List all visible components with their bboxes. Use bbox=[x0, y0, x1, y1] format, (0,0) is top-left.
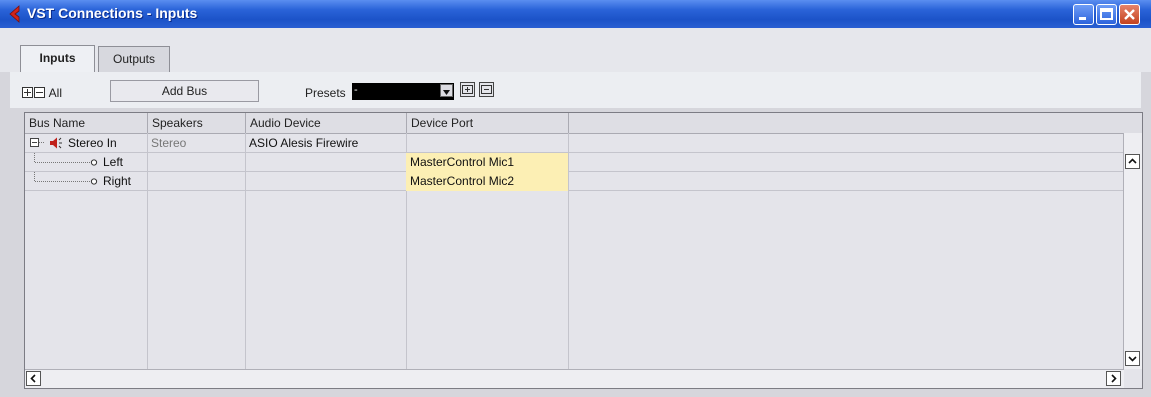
presets-value: - bbox=[354, 84, 358, 96]
tree-branch-icon bbox=[34, 172, 98, 185]
title-bar[interactable]: VST Connections - Inputs bbox=[0, 0, 1151, 28]
column-header-speakers[interactable]: Speakers bbox=[148, 113, 246, 133]
expand-all-label: All bbox=[48, 86, 63, 100]
presets-dropdown[interactable]: - bbox=[352, 83, 454, 100]
close-button[interactable] bbox=[1119, 4, 1140, 25]
maximize-icon bbox=[1100, 8, 1113, 20]
audio-device-cell bbox=[245, 153, 406, 172]
chevron-down-icon bbox=[1128, 356, 1137, 362]
speakers-cell: Stereo bbox=[151, 136, 187, 150]
table-row[interactable]: Left MasterControl Mic1 bbox=[25, 153, 1124, 172]
speaker-icon bbox=[50, 137, 62, 149]
close-icon bbox=[1124, 9, 1135, 20]
cubase-logo-icon bbox=[7, 5, 23, 23]
channel-name-label: Left bbox=[103, 155, 124, 169]
table-header: Bus Name Speakers Audio Device Device Po… bbox=[25, 113, 1142, 134]
store-preset-icon bbox=[462, 85, 473, 94]
remove-preset-button[interactable] bbox=[479, 82, 494, 97]
collapse-all-icon[interactable] bbox=[34, 87, 45, 98]
store-preset-button[interactable] bbox=[460, 82, 475, 97]
table-row[interactable]: Stereo In Stereo ASIO Alesis Firewire bbox=[25, 134, 1124, 153]
minimize-icon bbox=[1079, 17, 1086, 20]
tab-outputs[interactable]: Outputs bbox=[98, 46, 170, 72]
bus-table: Bus Name Speakers Audio Device Device Po… bbox=[24, 112, 1143, 389]
speakers-cell bbox=[147, 153, 245, 172]
column-header-bus-name[interactable]: Bus Name bbox=[25, 113, 148, 133]
tree-branch-icon bbox=[34, 153, 98, 166]
bus-name-cell: Left bbox=[29, 153, 147, 172]
scroll-up-button[interactable] bbox=[1125, 154, 1140, 169]
chevron-right-icon bbox=[1111, 374, 1117, 383]
tab-inputs[interactable]: Inputs bbox=[20, 45, 95, 73]
presets-label: Presets bbox=[305, 86, 346, 100]
add-bus-button[interactable]: Add Bus bbox=[110, 80, 259, 102]
channel-name-label: Right bbox=[103, 174, 132, 188]
expand-collapse-all[interactable]: All bbox=[22, 86, 62, 100]
dropdown-arrow-icon[interactable] bbox=[440, 84, 453, 97]
vertical-scrollbar[interactable] bbox=[1123, 133, 1142, 369]
remove-preset-icon bbox=[481, 85, 492, 94]
horizontal-scrollbar[interactable] bbox=[25, 369, 1124, 388]
chevron-up-icon bbox=[1128, 158, 1137, 164]
vst-connections-window: VST Connections - Inputs Inputs Outputs … bbox=[0, 0, 1151, 397]
column-header-device-port[interactable]: Device Port bbox=[407, 113, 569, 133]
device-port-cell[interactable]: MasterControl Mic1 bbox=[406, 153, 568, 172]
chevron-left-icon bbox=[30, 374, 36, 383]
scroll-down-button[interactable] bbox=[1125, 351, 1140, 366]
scroll-left-button[interactable] bbox=[26, 371, 41, 386]
bus-name-label: Stereo In bbox=[68, 136, 117, 150]
bus-name-cell: Stereo In bbox=[29, 134, 147, 153]
expand-all-icon[interactable] bbox=[22, 87, 33, 98]
device-port-cell[interactable]: MasterControl Mic2 bbox=[406, 172, 568, 191]
scroll-right-button[interactable] bbox=[1106, 371, 1121, 386]
speakers-cell bbox=[147, 172, 245, 191]
audio-device-cell[interactable]: ASIO Alesis Firewire bbox=[245, 134, 406, 153]
table-row[interactable]: Right MasterControl Mic2 bbox=[25, 172, 1124, 191]
column-header-audio-device[interactable]: Audio Device bbox=[246, 113, 407, 133]
window-title: VST Connections - Inputs bbox=[27, 5, 198, 21]
maximize-button[interactable] bbox=[1096, 4, 1117, 25]
minimize-button[interactable] bbox=[1073, 4, 1094, 25]
audio-device-cell bbox=[245, 172, 406, 191]
device-port-cell[interactable] bbox=[406, 134, 568, 153]
bus-name-cell: Right bbox=[29, 172, 147, 191]
tab-bar: Inputs Outputs bbox=[0, 28, 1151, 73]
